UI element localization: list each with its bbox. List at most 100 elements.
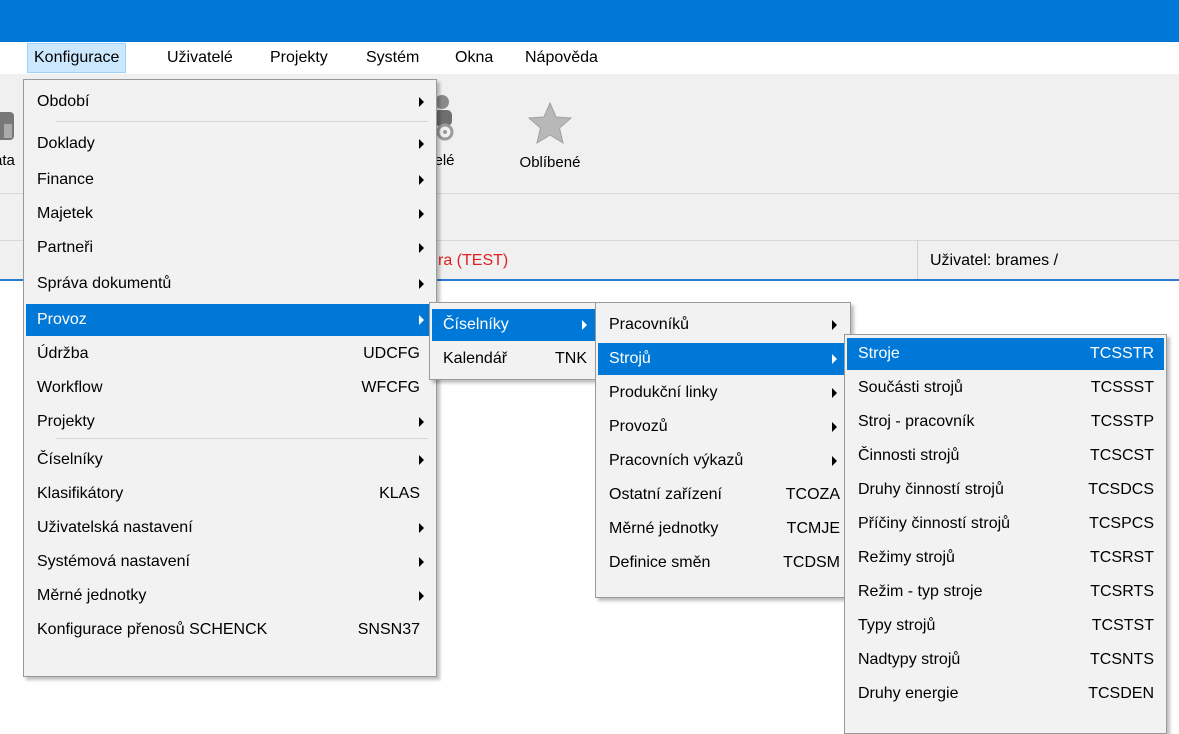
menu-item-shortcut: TCOZA (785, 486, 840, 503)
menu-item-label: Finance (37, 171, 94, 188)
submenu-arrow-icon (419, 175, 424, 185)
menu-item-shortcut: KLAS (379, 485, 420, 502)
menu1-item-majetek[interactable]: Majetek (26, 198, 434, 230)
menu2-item-kalendar[interactable]: Kalendář TNK (432, 343, 597, 375)
status-divider (917, 241, 918, 279)
menu-item-shortcut: TCSSTP (1090, 413, 1154, 430)
menu-item-shortcut: TCSCST (1090, 447, 1154, 464)
submenu-arrow-icon (832, 388, 837, 398)
menu-item-label: Pracovních výkazů (609, 452, 744, 469)
menu-separator (56, 438, 428, 439)
menu3-item-produkcni-linky[interactable]: Produkční linky (598, 377, 848, 409)
menu-item-shortcut: TCSDEN (1088, 685, 1154, 702)
menu-item-shortcut: TCSPCS (1089, 515, 1154, 532)
menu1-item-uzivatelska-nastaveni[interactable]: Uživatelská nastavení (26, 512, 434, 544)
menu1-item-ciselniky[interactable]: Číselníky (26, 444, 434, 476)
submenu-arrow-icon (419, 523, 424, 533)
menu4-item-priciny-cinnosti-stroju[interactable]: Příčiny činností strojů TCSPCS (847, 508, 1164, 540)
submenu-arrow-icon (419, 455, 424, 465)
menu1-item-workflow[interactable]: Workflow WFCFG (26, 372, 434, 404)
menu-item-shortcut: TCSSTR (1090, 345, 1154, 362)
menu4-item-rezim-typ-stroje[interactable]: Režim - typ stroje TCSRTS (847, 576, 1164, 608)
menu-item-label: Druhy energie (858, 685, 959, 702)
menu-item-label: Správa dokumentů (37, 275, 172, 292)
menu-item-label: Konfigurace přenosů SCHENCK (37, 621, 268, 638)
window-title-bar (0, 0, 1179, 42)
menu-item-shortcut: TCSTST (1091, 617, 1154, 634)
menu4-item-stroje[interactable]: Stroje TCSSTR (847, 338, 1164, 370)
menu-item-label: Příčiny činností strojů (858, 515, 1011, 532)
menu1-item-partneri[interactable]: Partneři (26, 232, 434, 264)
menu-item-label: Stroj - pracovník (858, 413, 975, 430)
menu3-item-stroju[interactable]: Strojů (598, 343, 848, 375)
menu-system[interactable]: Systém (360, 43, 425, 73)
toolbar-favorites-label: Oblíbené (519, 154, 581, 171)
menu1-item-provoz[interactable]: Provoz (26, 304, 434, 336)
submenu-arrow-icon (832, 456, 837, 466)
menu-item-shortcut: TCDSM (783, 554, 840, 571)
menu1-item-finance[interactable]: Finance (26, 164, 434, 196)
menu1-item-doklady[interactable]: Doklady (26, 128, 434, 160)
menu-item-shortcut: TCSDCS (1088, 481, 1154, 498)
menu1-item-udrzba[interactable]: Údržba UDCFG (26, 338, 434, 370)
menu-item-shortcut: TCSRST (1090, 549, 1154, 566)
toolbar-button-favorites[interactable]: Oblíbené (508, 100, 592, 180)
menu1-item-konfigurace-prenosu-schenck[interactable]: Konfigurace přenosů SCHENCK SNSN37 (26, 614, 434, 646)
submenu-arrow-icon (419, 315, 424, 325)
menu-item-label: Pracovníků (609, 316, 690, 333)
menu-okna[interactable]: Okna (449, 43, 499, 73)
menu-konfigurace[interactable]: Konfigurace (27, 43, 127, 73)
stroju-submenu: Stroje TCSSTR Součásti strojů TCSSST Stroj -… (844, 334, 1167, 734)
menu1-item-klasifikatory[interactable]: Klasifikátory KLAS (26, 478, 434, 510)
menu-item-shortcut: TCSNTS (1090, 651, 1154, 668)
menu-item-label: Uživatelská nastavení (37, 519, 193, 536)
menu-item-label: Číselníky (37, 451, 103, 468)
submenu-arrow-icon (419, 209, 424, 219)
menu-item-shortcut: TCSRTS (1090, 583, 1154, 600)
menu4-item-typy-stroju[interactable]: Typy strojů TCSTST (847, 610, 1164, 642)
menu-item-label: Provozů (609, 418, 668, 435)
submenu-arrow-icon (832, 422, 837, 432)
menu-item-label: Projekty (37, 413, 95, 430)
menu-projekty[interactable]: Projekty (264, 43, 334, 73)
menu4-item-druhy-cinnosti-stroju[interactable]: Druhy činností strojů TCSDCS (847, 474, 1164, 506)
menu3-item-definice-smen[interactable]: Definice směn TCDSM (598, 547, 848, 579)
menu-item-label: Systémová nastavení (37, 553, 190, 570)
menu-item-shortcut: SNSN37 (357, 621, 420, 638)
status-user: Uživatel: brames / (930, 252, 1059, 269)
menu1-item-systemova-nastaveni[interactable]: Systémová nastavení (26, 546, 434, 578)
menu-item-label: Měrné jednotky (609, 520, 719, 537)
menu1-item-obdobi[interactable]: Období (26, 86, 434, 118)
menu1-item-merne-jednotky[interactable]: Měrné jednotky (26, 580, 434, 612)
menu1-item-projekty[interactable]: Projekty (26, 406, 434, 438)
submenu-arrow-icon (832, 354, 837, 364)
toolbar-button-left[interactable]: ata (0, 104, 20, 174)
menu4-item-nadtypy-stroju[interactable]: Nadtypy strojů TCSNTS (847, 644, 1164, 676)
menu-item-label: Kalendář (443, 350, 508, 367)
menu4-item-cinnosti-stroju[interactable]: Činnosti strojů TCSCST (847, 440, 1164, 472)
menu3-item-ostatni-zarizeni[interactable]: Ostatní zařízení TCOZA (598, 479, 848, 511)
menu3-item-merne-jednotky[interactable]: Měrné jednotky TCMJE (598, 513, 848, 545)
menu1-item-sprava-dokumentu[interactable]: Správa dokumentů (26, 268, 434, 300)
menu3-item-pracovniku[interactable]: Pracovníků (598, 309, 848, 341)
menu3-item-provozu[interactable]: Provozů (598, 411, 848, 443)
menu-item-shortcut: UDCFG (363, 345, 420, 362)
submenu-arrow-icon (419, 591, 424, 601)
menu4-item-rezimy-stroju[interactable]: Režimy strojů TCSRST (847, 542, 1164, 574)
database-icon (0, 112, 14, 140)
menu-item-label: Doklady (37, 135, 95, 152)
menu4-item-druhy-energie[interactable]: Druhy energie TCSDEN (847, 678, 1164, 710)
menu-uzivatele[interactable]: Uživatelé (161, 43, 239, 73)
toolbar-button-users[interactable]: atelé (422, 92, 488, 182)
menu3-item-pracovnich-vykazu[interactable]: Pracovních výkazů (598, 445, 848, 477)
menu2-item-ciselniky[interactable]: Číselníky (432, 309, 597, 341)
submenu-arrow-icon (419, 279, 424, 289)
ciselniky-submenu: Pracovníků Strojů Produkční linky Provozů Pr… (595, 302, 851, 598)
menu4-item-soucasti-stroju[interactable]: Součásti strojů TCSSST (847, 372, 1164, 404)
submenu-arrow-icon (419, 557, 424, 567)
menu-item-label: Klasifikátory (37, 485, 124, 502)
menu-napoveda[interactable]: Nápověda (519, 43, 604, 73)
menu4-item-stroj-pracovnik[interactable]: Stroj - pracovník TCSSTP (847, 406, 1164, 438)
provoz-submenu: Číselníky Kalendář TNK (429, 302, 600, 380)
menu-item-label: Režim - typ stroje (858, 583, 983, 600)
